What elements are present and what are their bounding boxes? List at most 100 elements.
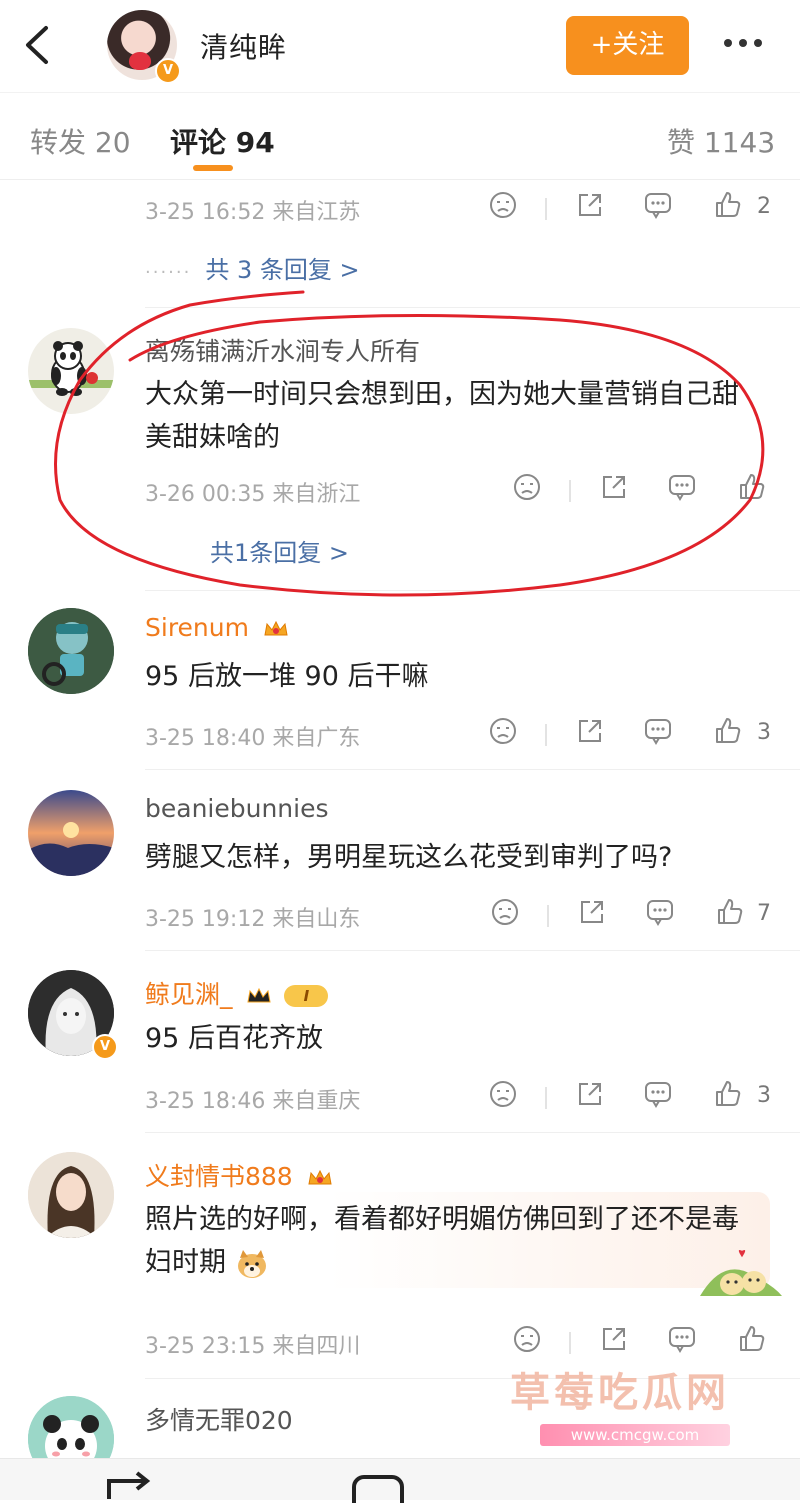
- verified-badge-icon: V: [92, 1034, 118, 1060]
- watermark-text: 草莓吃瓜网: [510, 1370, 730, 1416]
- comment-text: 劈腿又怎样，男明星玩这么花受到审判了吗?: [145, 842, 673, 873]
- comment-time: 3-26 00:35: [145, 482, 266, 507]
- comment-username[interactable]: 多情无罪020: [145, 1401, 293, 1437]
- tab-bar: 转发 20 评论 94 赞 1143: [0, 92, 800, 180]
- comment-meta: 3-25 19:12 来自山东 7: [145, 895, 775, 935]
- more-options-icon[interactable]: [724, 32, 772, 56]
- woman-avatar-image: [28, 1152, 114, 1238]
- like-icon[interactable]: [715, 897, 745, 927]
- comment-icon[interactable]: [645, 897, 675, 927]
- dumpling-sticker-icon: [700, 1250, 782, 1296]
- row-divider: [145, 590, 800, 591]
- like-count: 3: [757, 1083, 771, 1108]
- like-icon[interactable]: [713, 1079, 743, 1109]
- divider: [545, 1087, 547, 1109]
- row-divider: [145, 1132, 800, 1133]
- share-icon[interactable]: [575, 190, 605, 220]
- like-icon[interactable]: [737, 1324, 767, 1354]
- verified-badge-icon: V: [155, 58, 181, 84]
- comment-location: 来自广东: [272, 726, 361, 751]
- divider: [547, 905, 549, 927]
- crown-badge-icon: [247, 987, 272, 1003]
- share-icon[interactable]: [575, 716, 605, 746]
- divider: [569, 1332, 571, 1354]
- like-count: 7: [757, 901, 771, 926]
- author-name[interactable]: 清纯眸: [200, 26, 287, 66]
- tab-comments[interactable]: 评论 94: [170, 121, 275, 161]
- comment-time: 3-25 18:46: [145, 1089, 266, 1114]
- comment-time: 3-25 23:15: [145, 1334, 266, 1359]
- like-count: 3: [757, 720, 771, 745]
- comment-meta: 3-25 23:15 来自四川: [145, 1322, 775, 1362]
- comment-location: 来自江苏: [272, 200, 361, 225]
- row-divider: [145, 769, 800, 770]
- doge-emoji-icon: [237, 1249, 266, 1278]
- dislike-icon[interactable]: [512, 1324, 542, 1354]
- bottom-action-bar: [0, 1458, 800, 1503]
- like-count: 2: [757, 194, 771, 219]
- back-button[interactable]: [18, 22, 58, 68]
- comment-location: 来自四川: [272, 1334, 361, 1359]
- crown-badge-icon: [264, 620, 288, 636]
- repost-icon[interactable]: [105, 1471, 155, 1501]
- crown-badge-icon: [308, 1169, 332, 1185]
- back-arrow-icon: [26, 26, 48, 64]
- share-icon[interactable]: [575, 1079, 605, 1109]
- like-icon[interactable]: [713, 716, 743, 746]
- active-tab-indicator: [193, 165, 233, 171]
- top-bar: V 清纯眸 +关注: [0, 0, 800, 92]
- dislike-icon[interactable]: [488, 1079, 518, 1109]
- comment-meta: 3-26 00:35 来自浙江: [145, 470, 775, 510]
- comment-icon[interactable]: [643, 1079, 673, 1109]
- dislike-icon[interactable]: [512, 472, 542, 502]
- comment-time: 3-25 19:12: [145, 907, 266, 932]
- avatar[interactable]: [28, 328, 114, 414]
- comment-text: 照片选的好啊，看着都好明媚仿佛回到了还不是毒妇时期: [145, 1204, 739, 1278]
- share-icon[interactable]: [577, 897, 607, 927]
- comment-text: 95 后放一堆 90 后干嘛: [145, 661, 429, 692]
- comment-text: 95 后百花齐放: [145, 1023, 323, 1054]
- dislike-icon[interactable]: [490, 897, 520, 927]
- like-icon[interactable]: [713, 190, 743, 220]
- comment-location: 来自重庆: [272, 1089, 361, 1114]
- comment-icon[interactable]: [643, 716, 673, 746]
- tab-likes[interactable]: 赞 1143: [667, 121, 775, 161]
- dislike-icon[interactable]: [488, 190, 518, 220]
- share-icon[interactable]: [599, 472, 629, 502]
- comment-username[interactable]: 义封情书888: [145, 1157, 333, 1193]
- divider: [545, 724, 547, 746]
- comment-time: 3-25 18:40: [145, 726, 266, 751]
- comment-icon[interactable]: [667, 472, 697, 502]
- dislike-icon[interactable]: [488, 716, 518, 746]
- comment-username[interactable]: 离殇铺满沂水涧专人所有: [145, 332, 420, 368]
- row-divider: [145, 950, 800, 951]
- comment-username[interactable]: Sirenum: [145, 613, 289, 642]
- divider: [545, 198, 547, 220]
- watermark-url: www.cmcgw.com: [540, 1424, 730, 1446]
- toy-figure-avatar-image: [28, 608, 114, 694]
- view-replies-link[interactable]: ······ 共 3 条回复 >: [145, 250, 360, 285]
- view-replies-link[interactable]: 共1条回复 >: [210, 533, 349, 568]
- panda-avatar-image: [28, 341, 114, 396]
- comment-meta: 3-25 16:52 来自江苏 2: [145, 188, 775, 228]
- tab-reposts[interactable]: 转发 20: [30, 121, 131, 161]
- avatar[interactable]: [28, 1152, 114, 1238]
- comment-icon[interactable]: [667, 1324, 697, 1354]
- comment-username[interactable]: beaniebunnies: [145, 794, 329, 823]
- avatar[interactable]: [28, 608, 114, 694]
- sunset-avatar-image: [28, 790, 114, 876]
- comment-location: 来自浙江: [272, 482, 361, 507]
- comment-time: 3-25 16:52: [145, 200, 266, 225]
- comment-username[interactable]: 鲸见渊_ I: [145, 975, 329, 1011]
- divider: [569, 480, 571, 502]
- comment-meta: 3-25 18:40 来自广东 3: [145, 714, 775, 754]
- like-icon[interactable]: [737, 472, 767, 502]
- comment-meta: 3-25 18:46 来自重庆 3: [145, 1077, 775, 1117]
- avatar[interactable]: [28, 790, 114, 876]
- share-icon[interactable]: [599, 1324, 629, 1354]
- level-badge: I: [284, 985, 329, 1007]
- comment-icon[interactable]: [643, 190, 673, 220]
- comment-text: 大众第一时间只会想到田，因为她大量营销自己甜美甜妹啥的: [145, 379, 739, 453]
- follow-button[interactable]: +关注: [566, 16, 689, 75]
- comment-location: 来自山东: [272, 907, 361, 932]
